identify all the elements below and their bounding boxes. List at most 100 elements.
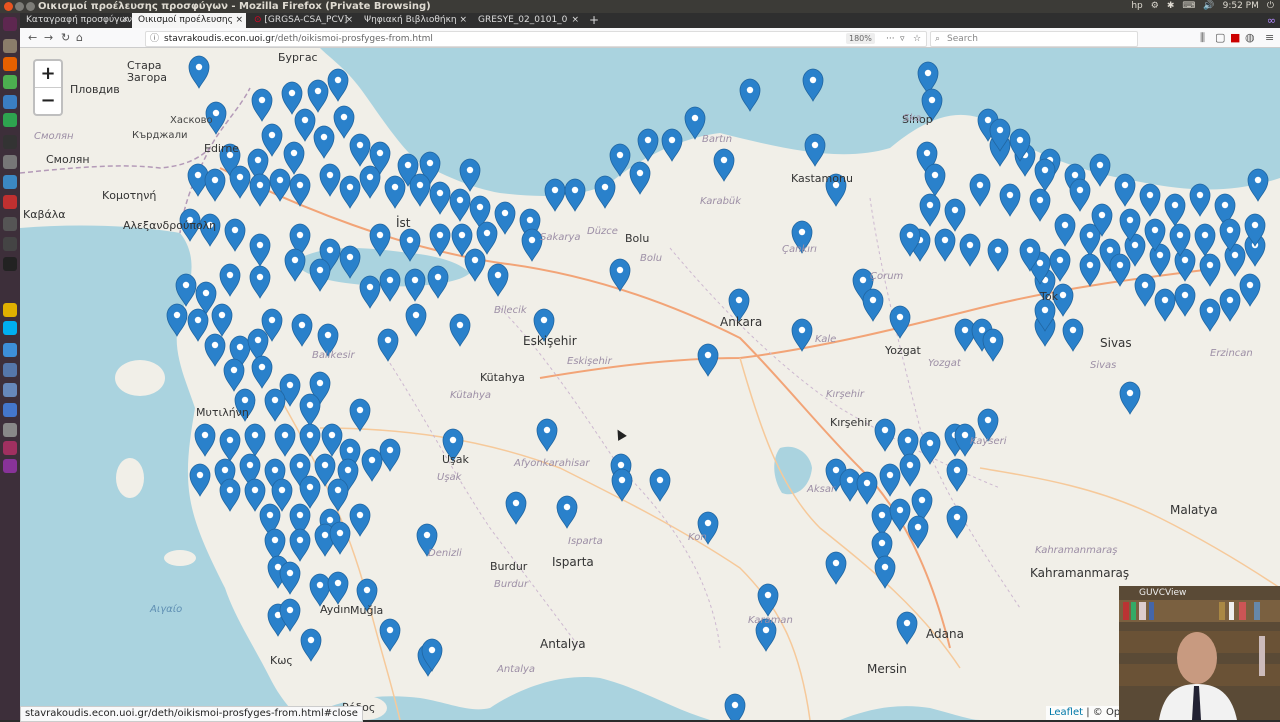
map-marker-icon[interactable] [339,175,361,209]
new-tab-button[interactable]: + [589,13,599,27]
tab-4[interactable]: Ψηφιακή Βιβλιοθήκη × [358,13,470,28]
map-marker-icon[interactable] [1174,248,1196,282]
map-marker-icon[interactable] [649,468,671,502]
sidebar-icon[interactable]: ▢ [1215,31,1225,45]
volume-icon[interactable]: 🔊 [1203,0,1214,13]
map-marker-icon[interactable] [879,463,901,497]
library-icon[interactable]: ⫼ [1200,31,1205,45]
map-marker-icon[interactable] [219,428,241,462]
libreoffice-writer-icon[interactable] [3,95,17,109]
map-marker-icon[interactable] [944,198,966,232]
map-marker-icon[interactable] [889,498,911,532]
close-tab-icon[interactable]: × [121,13,129,28]
map-marker-icon[interactable] [896,611,918,645]
tab-3[interactable]: ⊙ [GRGSA-CSA_PCV] × [248,13,356,28]
reload-icon[interactable]: ↻ [61,31,70,45]
map-marker-icon[interactable] [309,573,331,607]
map-marker-icon[interactable] [251,355,273,389]
map-marker-icon[interactable] [934,228,956,262]
map-marker-icon[interactable] [359,165,381,199]
map-marker-icon[interactable] [223,358,245,392]
map-marker-icon[interactable] [1134,273,1156,307]
map-marker-icon[interactable] [294,108,316,142]
home-icon[interactable]: ⌂ [76,31,83,45]
app-icon-12[interactable] [3,441,17,455]
close-tab-icon[interactable]: × [345,13,353,28]
map-marker-icon[interactable] [300,628,322,662]
map-marker-icon[interactable] [874,418,896,452]
map-marker-icon[interactable] [299,475,321,509]
map-marker-icon[interactable] [1054,213,1076,247]
map-marker-icon[interactable] [594,175,616,209]
map-marker-icon[interactable] [379,268,401,302]
map-marker-icon[interactable] [713,148,735,182]
map-marker-icon[interactable] [1079,253,1101,287]
network-icon[interactable]: ⚙ [1151,0,1159,13]
map-marker-icon[interactable] [359,275,381,309]
map-marker-icon[interactable] [999,183,1021,217]
map-marker-icon[interactable] [429,181,451,215]
close-tab-icon[interactable]: × [459,13,467,28]
map-marker-icon[interactable] [724,693,746,720]
map-marker-icon[interactable] [1139,183,1161,217]
libreoffice-calc-icon[interactable] [3,113,17,127]
map-marker-icon[interactable] [219,478,241,512]
app-icon-1[interactable] [3,175,17,189]
map-marker-icon[interactable] [321,423,343,457]
map-marker-icon[interactable] [871,503,893,537]
map-marker-icon[interactable] [954,318,976,352]
map-marker-icon[interactable] [281,81,303,115]
map-marker-icon[interactable] [946,505,968,539]
map-marker-icon[interactable] [544,178,566,212]
map-marker-icon[interactable] [1224,243,1246,277]
app-icon-2[interactable] [3,195,17,209]
app-icon-6[interactable] [3,303,17,317]
menu-icon[interactable]: ≡ [1265,31,1274,45]
map-marker-icon[interactable] [1029,188,1051,222]
map-marker-icon[interactable] [862,288,884,322]
map-marker-icon[interactable] [327,68,349,102]
map-marker-icon[interactable] [856,471,878,505]
map-marker-icon[interactable] [1154,288,1176,322]
map-marker-icon[interactable] [194,423,216,457]
map-marker-icon[interactable] [244,423,266,457]
minimize-window-button[interactable] [15,2,24,11]
map-marker-icon[interactable] [279,561,301,595]
map-marker-icon[interactable] [969,173,991,207]
app-icon-8[interactable] [3,363,17,377]
map-marker-icon[interactable] [476,221,498,255]
page-actions-icon[interactable]: ··· [886,32,895,46]
app-icon-5[interactable] [3,257,17,271]
map-marker-icon[interactable] [329,521,351,555]
map-marker-icon[interactable] [319,163,341,197]
url-bar[interactable]: ⓘ stavrakoudis.econ.uoi.gr/deth/oikismoi… [145,31,927,47]
settings-icon[interactable] [3,155,17,169]
map-marker-icon[interactable] [874,555,896,589]
app-icon-9[interactable] [3,383,17,397]
map-marker-icon[interactable] [924,163,946,197]
bluetooth-icon[interactable]: ✱ [1167,0,1175,13]
map-marker-icon[interactable] [283,141,305,175]
map-marker-icon[interactable] [494,201,516,235]
map-marker-icon[interactable] [1164,193,1186,227]
screenshot-icon[interactable]: ■ [1230,31,1240,45]
firefox-icon[interactable] [3,57,17,71]
map-marker-icon[interactable] [1069,178,1091,212]
ubuntu-dash-icon[interactable] [3,17,17,31]
map-marker-icon[interactable] [982,328,1004,362]
map-marker-icon[interactable] [187,308,209,342]
terminal-icon[interactable] [3,135,17,149]
app-icon-13[interactable] [3,459,17,473]
map-marker-icon[interactable] [405,303,427,337]
map-marker-icon[interactable] [188,55,210,89]
map-marker-icon[interactable] [379,438,401,472]
app-icon-11[interactable] [3,423,17,437]
map-marker-icon[interactable] [307,79,329,113]
close-tab-icon[interactable]: × [571,13,579,28]
map-marker-icon[interactable] [556,495,578,529]
map-marker-icon[interactable] [333,105,355,139]
app-icon-3[interactable] [3,217,17,231]
map-marker-icon[interactable] [211,303,233,337]
map-marker-icon[interactable] [384,175,406,209]
map-marker-icon[interactable] [264,388,286,422]
